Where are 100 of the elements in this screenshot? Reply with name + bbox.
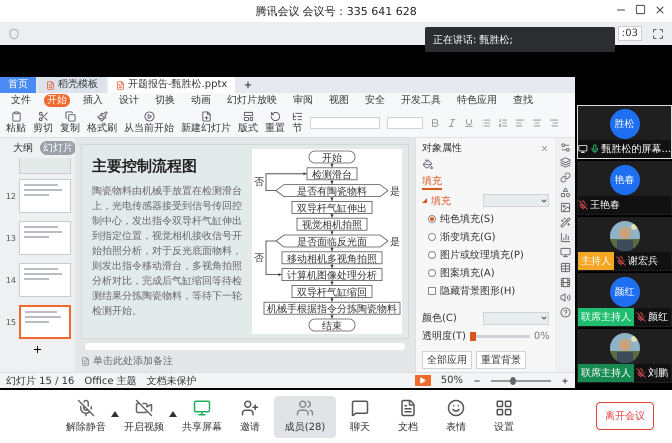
add-slide-icon[interactable]	[32, 344, 43, 355]
flow-arrow	[330, 296, 334, 302]
sliders-icon[interactable]	[560, 142, 570, 153]
flowchart-decision: 是否面临反光面	[275, 234, 389, 248]
play-button[interactable]	[414, 375, 431, 386]
ribbon-button[interactable]: 剪切	[33, 111, 53, 134]
participant-tile[interactable]: 胜松 甄胜松的屏幕...	[577, 105, 672, 159]
help-icon[interactable]	[560, 307, 570, 318]
zoom-in-icon[interactable]	[561, 376, 569, 384]
option-label: 渐变填充(G)	[440, 230, 496, 244]
leave-button[interactable]: 离开会议	[596, 402, 654, 430]
numbered-list-icon[interactable]	[498, 118, 508, 128]
protection-status[interactable]: 文档未保护	[146, 374, 197, 388]
zoom-level[interactable]: 50%	[440, 375, 463, 386]
slide-thumbnail[interactable]	[19, 158, 71, 174]
monitor-icon[interactable]	[560, 247, 570, 258]
film-icon[interactable]	[560, 277, 570, 288]
ribbon-button[interactable]: 粘贴	[6, 111, 26, 134]
new-tab-icon[interactable]	[243, 80, 254, 90]
bullet-list-icon[interactable]	[481, 118, 491, 128]
ribbon-button[interactable]: 新建幻灯片	[181, 111, 231, 134]
menu-tab[interactable]: 文件	[8, 94, 34, 107]
font-field[interactable]	[310, 116, 380, 128]
zoom-thumb[interactable]	[510, 376, 516, 384]
align-center-icon[interactable]	[532, 118, 542, 128]
toolbar-button[interactable]: 开启视频	[120, 396, 168, 438]
panel-tab[interactable]: 大纲	[10, 141, 36, 155]
menu-tab[interactable]: 安全	[362, 94, 388, 107]
fill-tab[interactable]: 填充	[422, 174, 442, 190]
participant-tile[interactable]: 艳春 王艳春	[577, 161, 672, 215]
layers-icon[interactable]	[560, 157, 570, 168]
slide-thumbnail[interactable]	[19, 221, 71, 255]
app-tab[interactable]: 稻壳模板	[38, 77, 106, 93]
menu-tab[interactable]: 动画	[188, 94, 214, 107]
checkbox[interactable]	[428, 286, 436, 295]
table-icon[interactable]	[560, 262, 570, 273]
menu-tab[interactable]: 开发工具	[398, 94, 444, 107]
radio-button[interactable]	[428, 268, 436, 277]
collapse-icon[interactable]	[422, 198, 427, 204]
slide-title: 主要控制流程图	[92, 157, 198, 176]
fullscreen-icon[interactable]	[652, 28, 664, 40]
ribbon-button[interactable]: 版式	[238, 111, 258, 134]
link-icon[interactable]	[560, 172, 570, 183]
menu-tab[interactable]: 视图	[326, 94, 352, 107]
wand-icon[interactable]	[560, 217, 570, 228]
option-label: 图片或纹理填充(P)	[440, 248, 524, 262]
toolbar-button[interactable]: 聊天	[336, 396, 384, 438]
maximize-icon[interactable]	[635, 4, 646, 15]
toolbar-button[interactable]: 表情	[432, 396, 480, 438]
toolbar-button[interactable]: 解除静音	[62, 396, 110, 438]
radio-button[interactable]	[428, 232, 436, 241]
scrollbar[interactable]	[85, 343, 405, 350]
toolbar-button[interactable]: 共享屏幕	[178, 396, 226, 438]
radio-button[interactable]	[428, 250, 436, 259]
italic-icon[interactable]	[447, 118, 457, 128]
menu-tab[interactable]: 幻灯片放映	[224, 94, 280, 107]
speaker-icon[interactable]	[560, 292, 570, 303]
toolbar-button[interactable]: 邀请	[226, 396, 274, 438]
ribbon-button[interactable]: 节	[292, 111, 303, 134]
align-right-icon[interactable]	[549, 118, 559, 128]
radio-button[interactable]	[428, 214, 436, 223]
notes-placeholder[interactable]: 单击此处添加备注	[93, 354, 173, 368]
slider-thumb[interactable]	[470, 332, 476, 340]
underline-icon[interactable]	[464, 118, 474, 128]
menu-tab[interactable]: 插入	[80, 94, 106, 107]
panel-button[interactable]: 重置背景	[476, 351, 526, 369]
align-left-icon[interactable]	[515, 118, 525, 128]
image-icon[interactable]	[560, 202, 570, 213]
chart-icon[interactable]	[560, 232, 570, 243]
loop-arrow	[266, 240, 282, 276]
members-icon	[296, 399, 314, 417]
slide-thumbnail[interactable]	[19, 305, 71, 339]
font-size-field[interactable]	[387, 116, 423, 128]
slide-thumbnail[interactable]	[19, 263, 71, 297]
participant-tile[interactable]: 主持人 谢宏兵	[577, 217, 672, 271]
shapes-icon[interactable]	[560, 187, 570, 198]
copy-icon	[64, 111, 76, 122]
panel-button[interactable]: 全部应用	[422, 351, 472, 369]
slide-thumbnail[interactable]	[19, 179, 71, 213]
ribbon-button[interactable]: 格式刷	[87, 111, 117, 134]
close-icon[interactable]	[654, 4, 666, 16]
ribbon-button[interactable]: 重置	[265, 111, 285, 134]
toolbar-button[interactable]: 文档	[384, 396, 432, 438]
menu-tab[interactable]: 切换	[152, 94, 178, 107]
menu-tab[interactable]: 审阅	[290, 94, 316, 107]
menu-tab[interactable]: 特色应用	[454, 94, 500, 107]
ribbon-button[interactable]: 从当前开始	[124, 111, 174, 134]
participant-tile[interactable]: 颜红 联席主持人 颜红	[577, 273, 672, 327]
menu-tab[interactable]: 查找	[510, 94, 536, 107]
participant-tile[interactable]: 联席主持人 刘鹏	[577, 329, 672, 383]
app-tab[interactable]: 开题报告-甄胜松.pptx	[108, 77, 236, 93]
role-badge: 联席主持人	[578, 364, 634, 382]
bold-icon[interactable]	[430, 118, 440, 128]
flow-arrow	[330, 162, 334, 168]
shield-icon[interactable]	[8, 28, 20, 40]
toolbar-button[interactable]: 成员(28)	[274, 396, 336, 438]
toolbar-button[interactable]: 设置	[480, 396, 528, 438]
color-dropdown[interactable]	[483, 312, 549, 324]
menu-tab[interactable]: 设计	[116, 94, 142, 107]
ribbon-button[interactable]: 复制	[60, 111, 80, 134]
